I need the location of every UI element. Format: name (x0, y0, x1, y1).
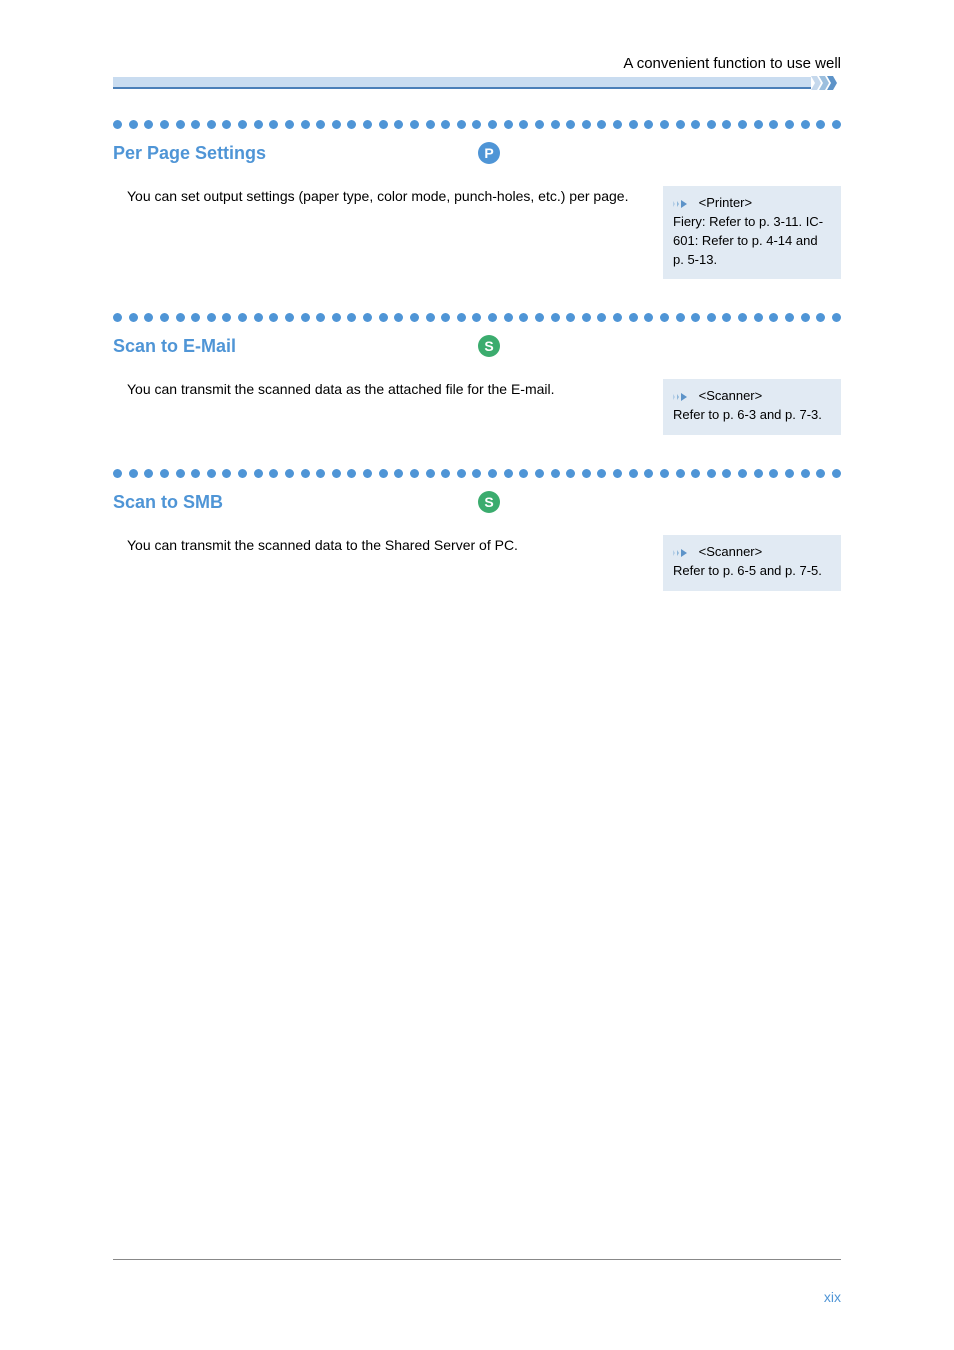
scanner-badge-icon: S (478, 491, 500, 513)
content-row: You can set output settings (paper type,… (113, 186, 841, 279)
info-box: <Scanner> Refer to p. 6-5 and p. 7-5. (663, 535, 841, 591)
info-box: <Printer> Fiery: Refer to p. 3-11. IC-60… (663, 186, 841, 279)
info-box-text: Refer to p. 6-5 and p. 7-5. (673, 563, 822, 578)
header-accent-bar (113, 76, 841, 90)
info-box-title: <Printer> (699, 195, 752, 210)
info-box-text: Refer to p. 6-3 and p. 7-3. (673, 407, 822, 422)
chevrons-right-icon (811, 76, 841, 90)
section-heading: Scan to E-Mail (113, 336, 478, 357)
section-heading: Scan to SMB (113, 492, 478, 513)
section-heading-row: Per Page Settings P (113, 142, 841, 164)
info-box-title: <Scanner> (699, 544, 763, 559)
description-text: You can transmit the scanned data to the… (113, 535, 647, 556)
running-header: A convenient function to use well (113, 55, 841, 72)
page-number: xix (824, 1289, 841, 1305)
scanner-badge-icon: S (478, 335, 500, 357)
reference-arrow-icon (673, 199, 691, 209)
content-row: You can transmit the scanned data as the… (113, 379, 841, 435)
info-box-text: Fiery: Refer to p. 3-11. IC-601: Refer t… (673, 214, 823, 267)
dotted-separator (113, 120, 841, 130)
footer-divider (113, 1259, 841, 1260)
description-text: You can set output settings (paper type,… (113, 186, 647, 207)
reference-arrow-icon (673, 548, 691, 558)
dotted-separator (113, 313, 841, 323)
content-row: You can transmit the scanned data to the… (113, 535, 841, 591)
reference-arrow-icon (673, 392, 691, 402)
section-heading: Per Page Settings (113, 143, 478, 164)
info-box-title: <Scanner> (699, 388, 763, 403)
info-box: <Scanner> Refer to p. 6-3 and p. 7-3. (663, 379, 841, 435)
dotted-separator (113, 469, 841, 479)
section-heading-row: Scan to E-Mail S (113, 335, 841, 357)
printer-badge-icon: P (478, 142, 500, 164)
description-text: You can transmit the scanned data as the… (113, 379, 647, 400)
section-heading-row: Scan to SMB S (113, 491, 841, 513)
